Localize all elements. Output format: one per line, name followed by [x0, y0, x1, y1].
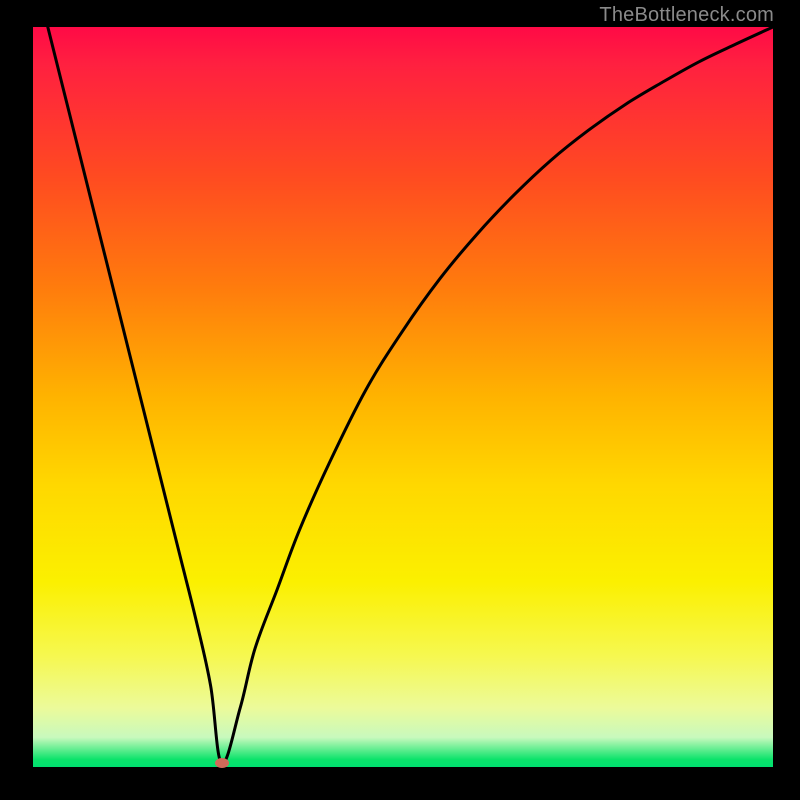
watermark: TheBottleneck.com: [599, 4, 774, 27]
chart-frame: TheBottleneck.com: [0, 0, 800, 800]
optimum-marker: [215, 758, 229, 768]
plot-area: [33, 27, 773, 767]
